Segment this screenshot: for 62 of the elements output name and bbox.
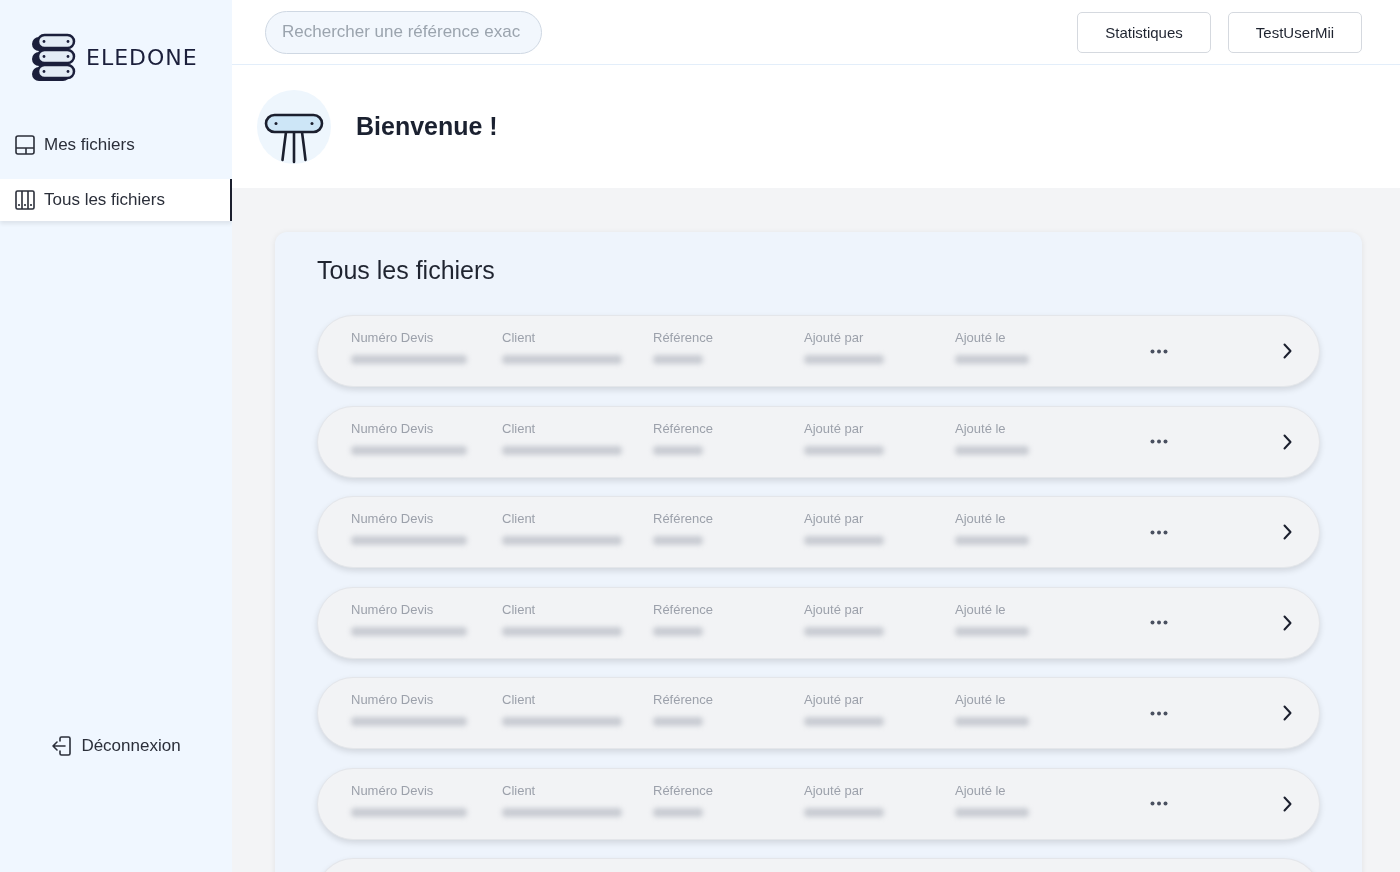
sidebar-item[interactable]: Tous les fichiers [0, 179, 232, 221]
more-icon[interactable] [1150, 710, 1168, 716]
field-label: Numéro Devis [351, 692, 435, 708]
field-label: Numéro Devis [351, 511, 435, 527]
field-label: Client [502, 420, 537, 437]
columns-icon [15, 190, 35, 210]
more-icon[interactable] [1150, 801, 1168, 806]
field-label: Ajouté par [804, 330, 865, 346]
field-label: Numéro Devis [351, 420, 435, 437]
field-label: Client [502, 511, 537, 527]
file-row[interactable]: Numéro Devis Client Référence Ajouté par Ajouté le [317, 315, 1320, 387]
field-label: Ajouté le [955, 330, 1007, 346]
chevron-right-icon[interactable] [1283, 524, 1292, 540]
field-label: Ajouté le [955, 420, 1007, 437]
more-icon[interactable] [1150, 439, 1168, 444]
welcome-title: Bienvenue ! [356, 112, 498, 141]
user-button[interactable]: TestUserMii [1228, 11, 1362, 53]
stack-icon [32, 33, 76, 81]
more-icon[interactable] [1150, 529, 1168, 535]
field-label: Référence [653, 511, 714, 527]
chevron-right-icon[interactable] [1283, 705, 1292, 721]
field-label: Client [502, 601, 537, 618]
statistics-button[interactable]: Statistiques [1077, 11, 1211, 53]
field-label: Ajouté par [804, 601, 865, 618]
field-label: Client [502, 692, 537, 708]
file-row[interactable]: Numéro Devis Client Référence Ajouté par Ajouté le [317, 767, 1320, 840]
field-label: Numéro Devis [351, 330, 435, 346]
field-label: Numéro Devis [351, 782, 435, 799]
panel-title: Tous les fichiers [317, 255, 496, 285]
file-row[interactable]: Numéro Devis Client Référence Ajouté par Ajouté le [317, 586, 1320, 659]
field-label: Client [502, 330, 537, 346]
tray-icon [15, 135, 35, 155]
field-label: Ajouté le [955, 692, 1007, 708]
chevron-right-icon[interactable] [1283, 614, 1292, 631]
more-icon[interactable] [1150, 348, 1168, 354]
field-label: Ajouté par [804, 782, 865, 799]
file-row[interactable]: Numéro Devis Client Référence Ajouté par Ajouté le [317, 677, 1320, 749]
field-label: Ajouté le [955, 782, 1007, 799]
chevron-right-icon[interactable] [1283, 795, 1292, 812]
field-label: Client [502, 782, 537, 799]
field-label: Référence [653, 692, 714, 708]
file-row[interactable]: Numéro Devis Client Référence Ajouté par Ajouté le [317, 496, 1320, 568]
logout-button[interactable]: Déconnexion [51, 734, 181, 758]
sidebar-item[interactable]: Mes fichiers [0, 124, 232, 166]
file-row[interactable]: Numéro Devis Client Référence Ajouté par Ajouté le [317, 405, 1320, 478]
field-label: Ajouté par [804, 692, 865, 708]
search-field[interactable]: Rechercher une référence exac [265, 10, 542, 54]
chevron-right-icon[interactable] [1283, 343, 1292, 359]
field-label: Référence [653, 420, 714, 437]
field-label: Ajouté le [955, 601, 1007, 618]
logo-text: ELEDONE [86, 44, 198, 70]
field-label: Référence [653, 330, 714, 346]
chevron-right-icon[interactable] [1283, 433, 1292, 450]
more-icon[interactable] [1150, 620, 1168, 625]
field-label: Ajouté le [955, 511, 1007, 527]
jellyfish-icon [257, 89, 331, 164]
logout-icon [51, 735, 73, 757]
field-label: Ajouté par [804, 420, 865, 437]
field-label: Ajouté par [804, 511, 865, 527]
field-label: Référence [653, 782, 714, 799]
field-label: Numéro Devis [351, 601, 435, 618]
field-label: Référence [653, 601, 714, 618]
